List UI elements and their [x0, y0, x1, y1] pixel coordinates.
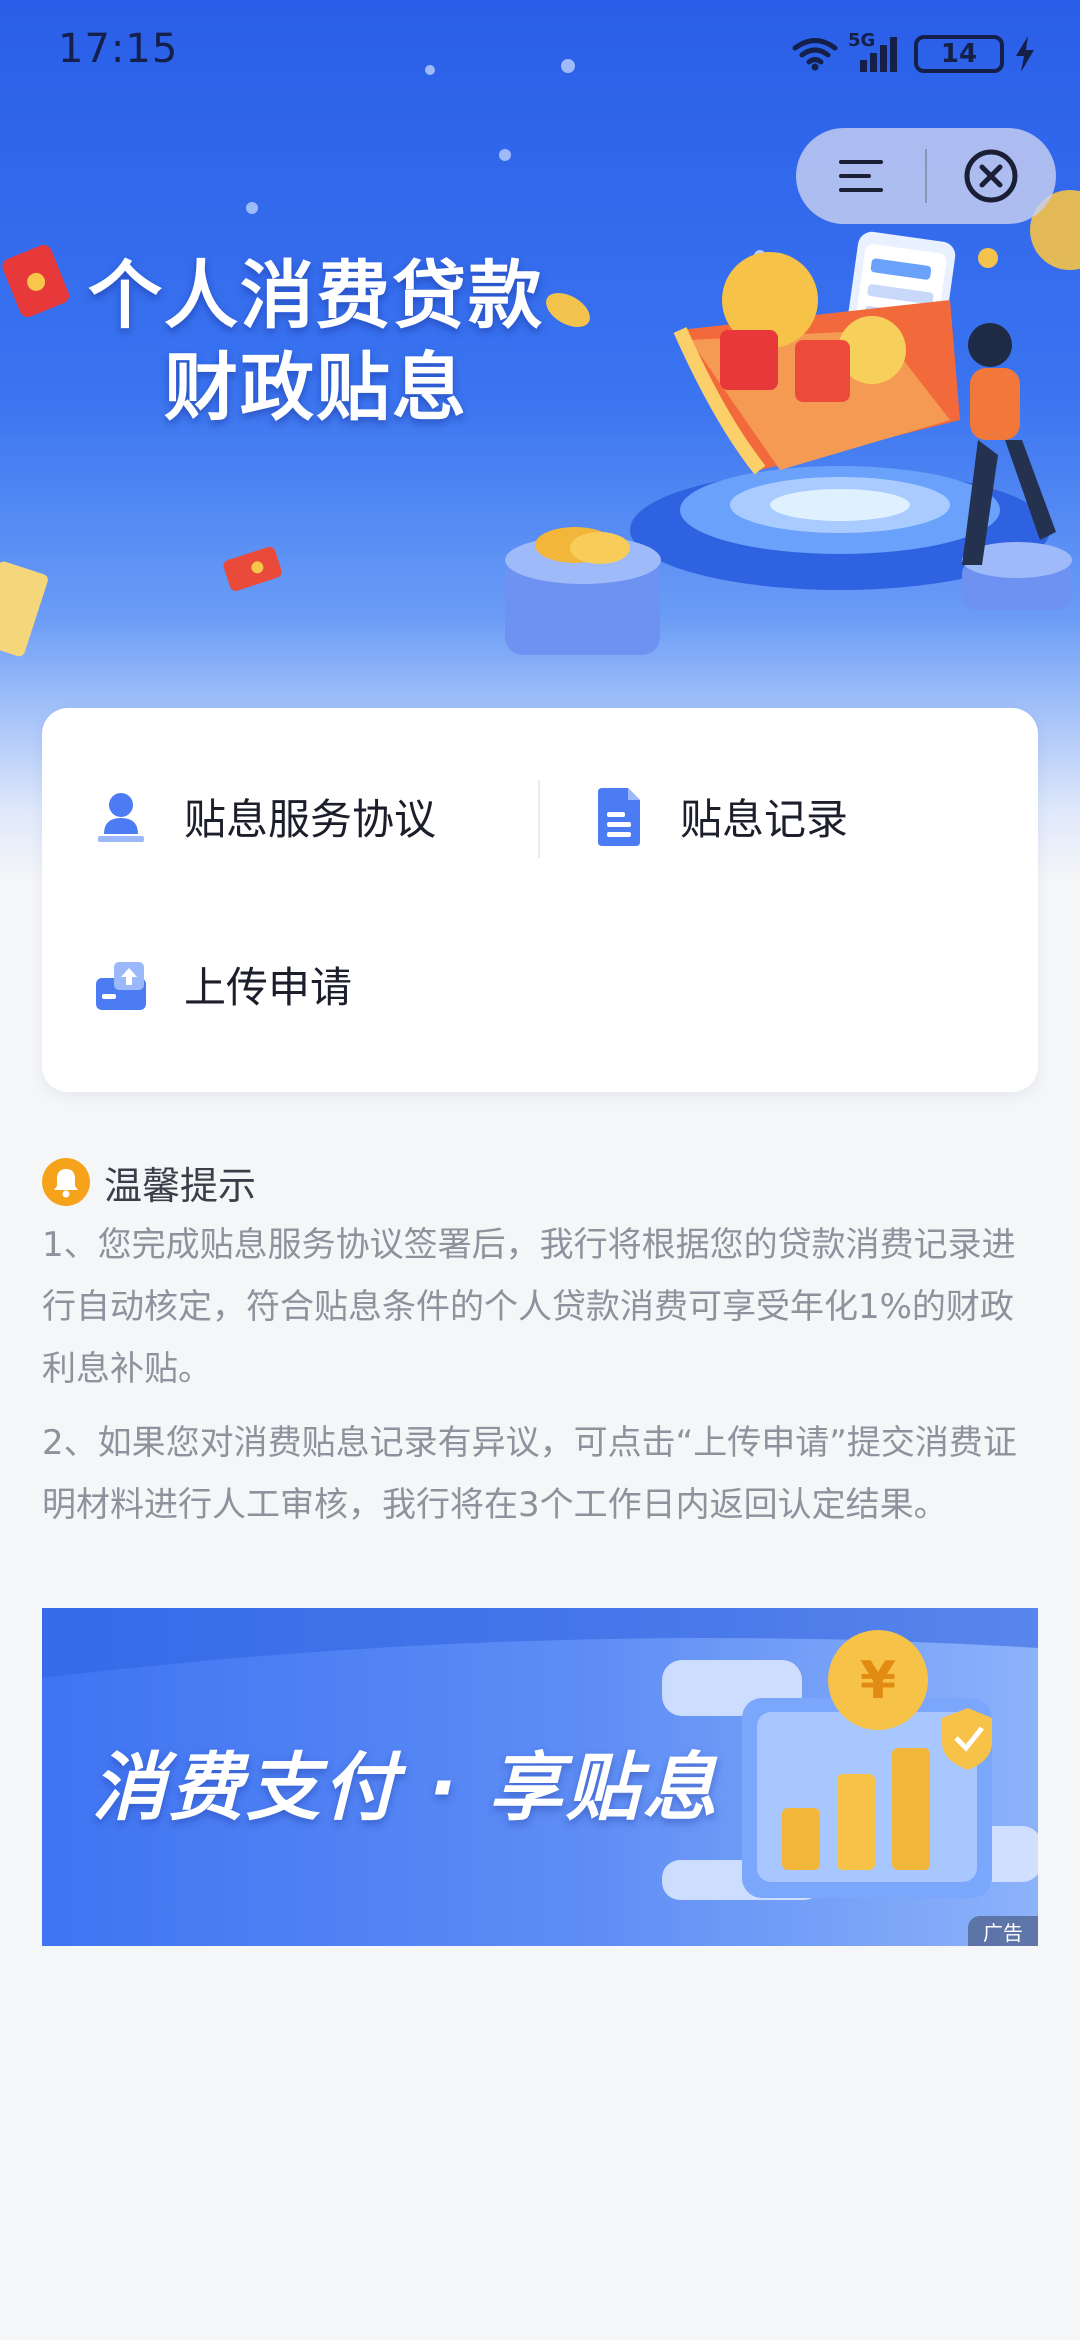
banner-text: 消费支付 · 享贴息: [92, 1745, 720, 1831]
service-agreement-label: 贴息服务协议: [184, 795, 437, 844]
upload-icon: [96, 961, 146, 1010]
service-agreement-entry[interactable]: 贴息服务协议: [94, 786, 436, 847]
svg-text:¥: ¥: [860, 1651, 896, 1711]
close-circle-icon: [964, 149, 1018, 203]
battery-indicator: 14: [914, 35, 1004, 73]
menu-button[interactable]: [796, 128, 925, 224]
hero-title-line1: 个人消费贷款: [88, 253, 544, 339]
tips-title: 温馨提示: [104, 1163, 257, 1208]
hero-title-line2: 财政贴息: [164, 345, 468, 431]
status-icons: 5G 14: [792, 28, 1036, 80]
upload-application-entry[interactable]: 上传申请: [94, 954, 352, 1015]
tips-section: 温馨提示 1、您完成贴息服务协议签署后，我行将根据您的贷款消费记录进行自动核定，…: [42, 1150, 1038, 1536]
tip-item-2: 2、如果您对消费贴息记录有异议，可点击“上传申请”提交消费证明材料进行人工审核，…: [42, 1423, 1017, 1525]
card-divider: [538, 780, 540, 858]
mini-program-capsule: [796, 128, 1056, 224]
status-time: 17:15: [58, 26, 179, 72]
status-bar: 17:15 5G 14: [0, 0, 1080, 110]
bell-icon: [42, 1158, 90, 1206]
document-icon: [598, 787, 640, 846]
charging-icon: [1016, 36, 1034, 72]
wifi-icon: [792, 38, 838, 71]
cellular-signal-icon: 5G: [848, 30, 904, 74]
tip-item-1: 1、您完成贴息服务协议签署后，我行将根据您的贷款消费记录进行自动核定，符合贴息条…: [42, 1225, 1016, 1389]
ad-tag: 广告: [968, 1916, 1038, 1946]
promo-banner[interactable]: ¥ 消费支付 · 享贴息 广告: [42, 1608, 1038, 1946]
subsidy-records-entry[interactable]: 贴息记录: [594, 786, 848, 847]
service-card: 贴息服务协议 贴息记录 上传申请: [42, 708, 1038, 1092]
upload-application-label: 上传申请: [184, 963, 353, 1012]
battery-level: 14: [940, 39, 978, 69]
menu-icon: [838, 160, 883, 192]
close-button[interactable]: [927, 128, 1056, 224]
subsidy-records-label: 贴息记录: [680, 795, 849, 844]
hero-title: 个人消费贷款 财政贴息: [86, 250, 546, 434]
tips-header: 温馨提示: [42, 1150, 1038, 1214]
person-stamp-icon: [98, 792, 144, 842]
